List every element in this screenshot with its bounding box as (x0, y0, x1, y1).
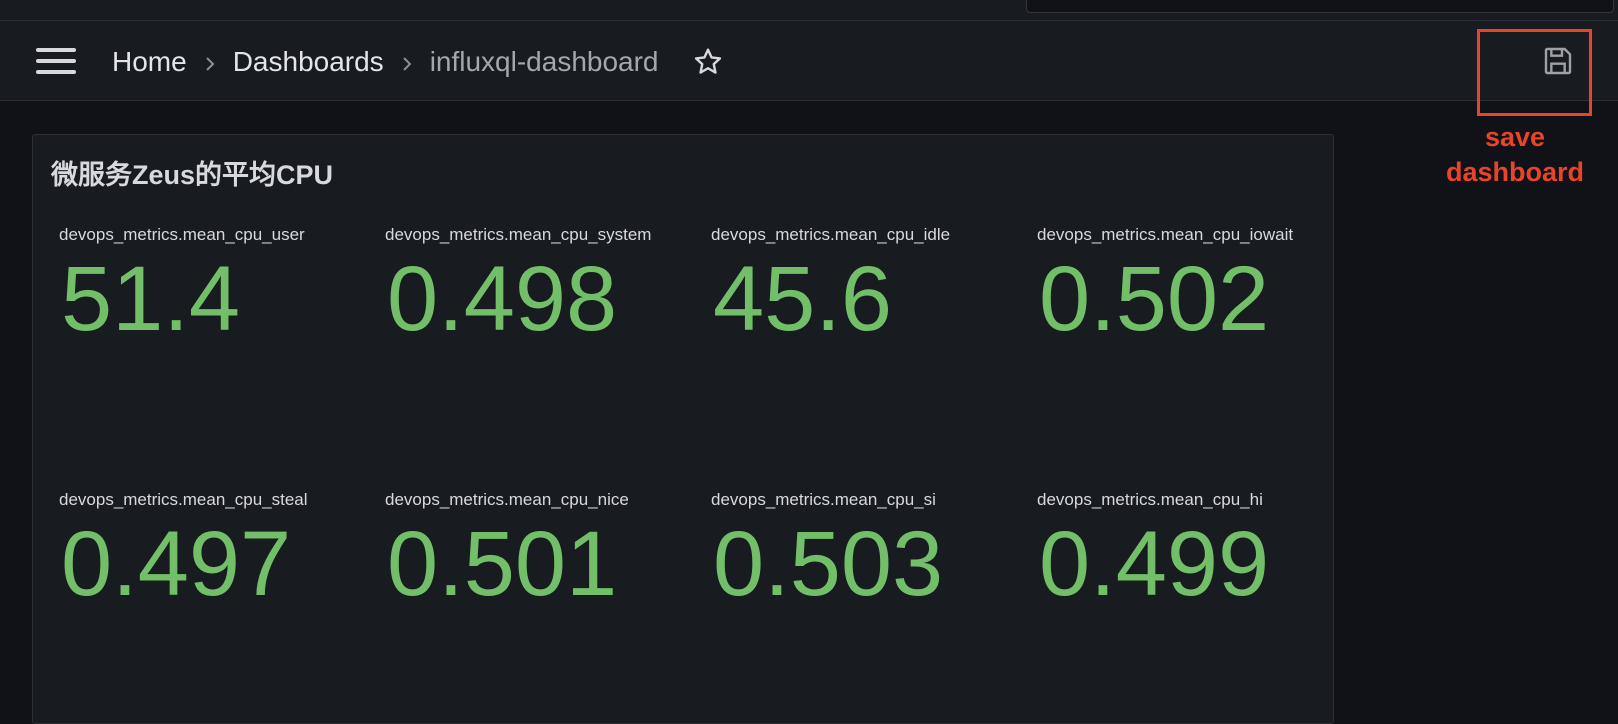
stat-label: devops_metrics.mean_cpu_idle (711, 225, 951, 244)
breadcrumb-home-link[interactable]: Home (112, 46, 187, 78)
stat-cpu-idle: devops_metrics.mean_cpu_idle 45.6 (711, 225, 1031, 347)
top-header-strip (0, 0, 1618, 21)
breadcrumb-dashboards-link[interactable]: Dashboards (233, 46, 384, 78)
stat-value: 0.497 (61, 513, 292, 615)
stat-value: 0.499 (1039, 513, 1270, 615)
chevron-right-icon (187, 46, 233, 78)
save-annotation-label: save dashboard (1430, 120, 1600, 190)
annotation-line-2: dashboard (1445, 157, 1585, 187)
panel-title[interactable]: 微服务Zeus的平均CPU (51, 153, 333, 192)
hamburger-menu-icon (36, 48, 76, 52)
search-bar[interactable] (1026, 0, 1614, 13)
stat-label: devops_metrics.mean_cpu_steal (59, 490, 308, 509)
stat-cpu-user: devops_metrics.mean_cpu_user 51.4 (59, 225, 379, 347)
stat-cpu-si: devops_metrics.mean_cpu_si 0.503 (711, 490, 1031, 612)
stat-label: devops_metrics.mean_cpu_user (59, 225, 305, 244)
chevron-right-icon (384, 46, 430, 78)
save-annotation-box (1477, 29, 1592, 116)
hamburger-line (36, 59, 76, 63)
grafana-logo-icon[interactable] (38, 0, 60, 6)
stat-label: devops_metrics.mean_cpu_iowait (1037, 225, 1294, 244)
menu-toggle-button[interactable] (30, 41, 82, 81)
stat-cpu-steal: devops_metrics.mean_cpu_steal 0.497 (59, 490, 379, 612)
stat-value: 45.6 (713, 248, 893, 350)
stat-cpu-hi: devops_metrics.mean_cpu_hi 0.499 (1037, 490, 1357, 612)
stat-panel[interactable]: 微服务Zeus的平均CPU devops_metrics.mean_cpu_us… (32, 134, 1334, 724)
stat-value: 51.4 (61, 248, 241, 350)
stat-label: devops_metrics.mean_cpu_hi (1037, 490, 1263, 509)
star-icon (694, 48, 721, 74)
stat-label: devops_metrics.mean_cpu_si (711, 490, 936, 509)
stat-cpu-iowait: devops_metrics.mean_cpu_iowait 0.502 (1037, 225, 1357, 347)
annotation-line-1: save (1484, 122, 1546, 152)
stat-value: 0.502 (1039, 248, 1270, 350)
stat-cpu-nice: devops_metrics.mean_cpu_nice 0.501 (385, 490, 705, 612)
breadcrumb-current-dashboard: influxql-dashboard (429, 46, 659, 77)
stat-cpu-system: devops_metrics.mean_cpu_system 0.498 (385, 225, 705, 347)
stat-value: 0.498 (387, 248, 618, 350)
stat-label: devops_metrics.mean_cpu_system (385, 225, 652, 244)
stat-value: 0.501 (387, 513, 618, 615)
stat-value: 0.503 (713, 513, 944, 615)
stat-label: devops_metrics.mean_cpu_nice (385, 490, 629, 509)
star-dashboard-button[interactable] (691, 45, 725, 79)
hamburger-line (36, 70, 76, 74)
breadcrumb: Home Dashboards influxql-dashboard (112, 42, 725, 82)
dashboard-navbar: Home Dashboards influxql-dashboard (0, 21, 1618, 101)
